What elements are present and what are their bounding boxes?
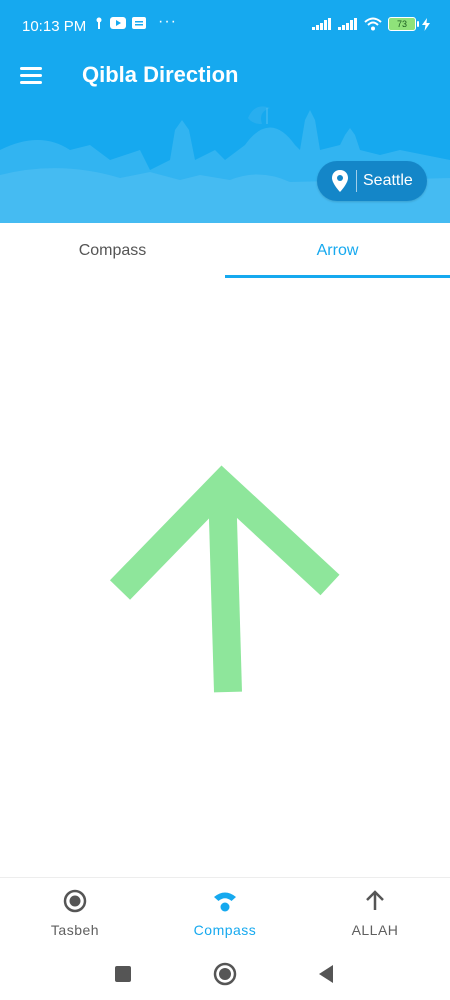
nav-tasbeh-label: Tasbeh <box>50 922 100 938</box>
nav-allah-label: ALLAH <box>351 922 399 938</box>
radio-circle-icon <box>63 889 87 913</box>
wifi-compass-icon <box>214 892 236 912</box>
bottom-navigation: Tasbeh Compass ALLAH <box>0 877 450 950</box>
nav-allah[interactable]: ALLAH <box>300 878 450 950</box>
notification-icon <box>132 17 146 29</box>
status-bar: 10:13 PM ··· 73 <box>0 0 450 56</box>
wifi-tether-icon <box>96 17 102 29</box>
battery-icon: 73 <box>388 17 419 31</box>
app-header: 10:13 PM ··· 73 Qibla Direction Seattle <box>0 0 450 223</box>
status-more-dots: ··· <box>158 13 177 30</box>
nav-compass-label: Compass <box>193 922 257 938</box>
tab-arrow[interactable]: Arrow <box>225 223 450 279</box>
location-label: Seattle <box>363 172 413 189</box>
nav-compass[interactable]: Compass <box>150 878 300 950</box>
active-tab-indicator <box>225 275 450 278</box>
arrow-up-icon <box>366 890 384 910</box>
tab-bar: Compass Arrow <box>0 223 450 279</box>
home-circle-icon[interactable] <box>212 961 238 987</box>
divider <box>356 170 357 192</box>
wifi-icon <box>364 17 382 31</box>
hamburger-menu-icon[interactable] <box>20 66 44 84</box>
qibla-arrow-icon <box>109 465 340 693</box>
nav-tasbeh[interactable]: Tasbeh <box>0 878 150 950</box>
tab-compass[interactable]: Compass <box>0 223 225 279</box>
recents-square-icon[interactable] <box>110 961 136 987</box>
signal-icon <box>312 18 331 30</box>
arrow-panel <box>0 279 450 877</box>
status-time: 10:13 PM <box>22 18 87 35</box>
back-triangle-icon[interactable] <box>313 961 339 987</box>
charging-icon <box>422 17 430 31</box>
system-navigation-bar <box>0 949 450 1000</box>
location-chip[interactable]: Seattle <box>317 161 427 201</box>
page-title: Qibla Direction <box>82 62 239 87</box>
youtube-icon <box>110 17 126 29</box>
location-pin-icon <box>332 170 348 192</box>
signal-icon <box>338 18 357 30</box>
